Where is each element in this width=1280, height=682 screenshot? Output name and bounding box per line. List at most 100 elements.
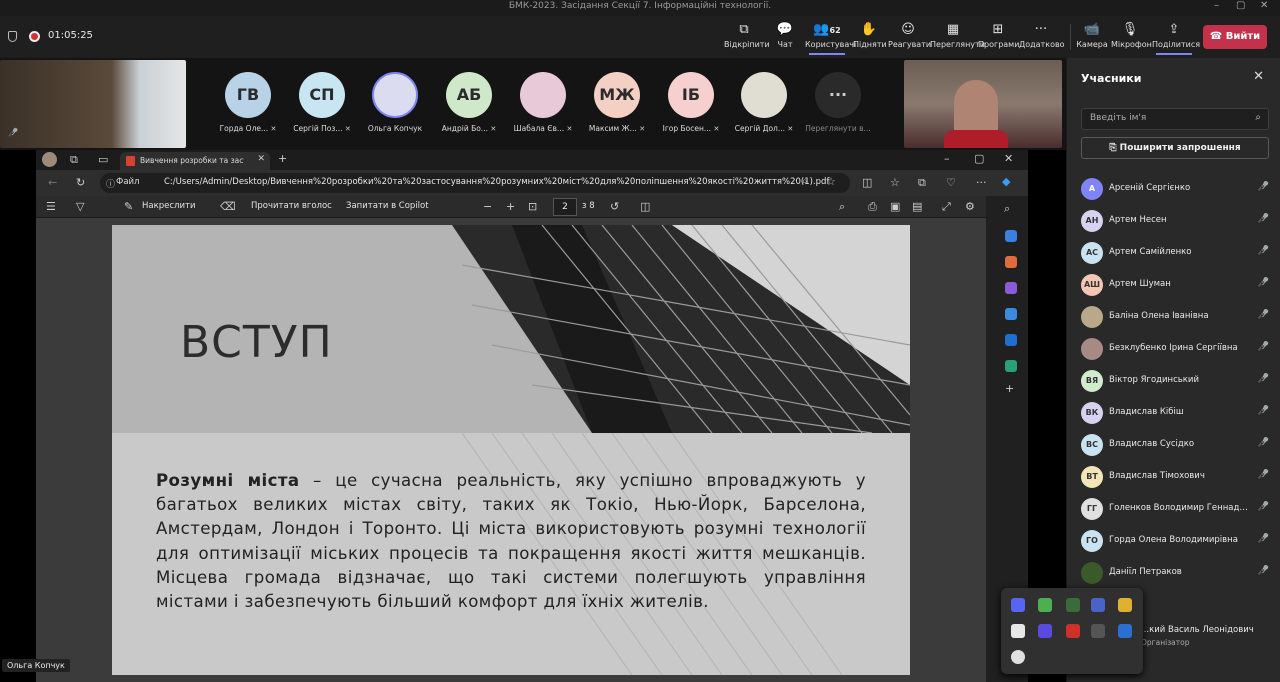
participant-avatar[interactable]: [520, 72, 566, 118]
extensions-icon[interactable]: ♡: [946, 176, 956, 189]
back-icon[interactable]: ←: [48, 176, 57, 189]
discord-icon[interactable]: [1011, 598, 1025, 612]
pdf-viewer[interactable]: ВСТУП Розумні міста – це сучасна реальні…: [36, 218, 986, 682]
tab-pdf[interactable]: Вивчення розробки та застосу ✕: [120, 152, 270, 170]
leave-button[interactable]: ☎ Вийти: [1203, 25, 1267, 49]
copilot-sidebar-icon[interactable]: [1005, 230, 1017, 242]
raise-hand-button[interactable]: ✋ Підняти: [853, 22, 887, 49]
maximize-icon[interactable]: ▢: [974, 152, 984, 165]
tools-icon[interactable]: [1005, 256, 1017, 268]
chat-button[interactable]: 💬 Чат: [770, 22, 800, 49]
search-icon[interactable]: ⌕: [1004, 202, 1010, 216]
list-item[interactable]: АШ Артем Шуман 🎤̸: [1081, 269, 1273, 301]
participant-avatar[interactable]: МЖ: [594, 72, 640, 118]
search-icon[interactable]: ⌕: [839, 200, 845, 214]
list-item[interactable]: А Арсеній Сергієнко 🎤̸: [1081, 173, 1273, 205]
profile-avatar[interactable]: [42, 152, 57, 167]
close-icon[interactable]: ✕: [1004, 152, 1013, 165]
fit-page-icon[interactable]: ⊡: [528, 200, 537, 213]
search-input[interactable]: Введіть ім'я ⌕: [1081, 108, 1269, 130]
outlook-icon[interactable]: [1005, 334, 1017, 346]
copilot-icon[interactable]: ◆: [1002, 175, 1010, 188]
apps-button[interactable]: ⊞ Програми: [978, 22, 1019, 49]
close-window-icon[interactable]: ✕: [1260, 0, 1268, 11]
close-icon[interactable]: ✕: [1253, 69, 1264, 84]
participant-avatar-speaking[interactable]: [372, 72, 418, 118]
list-item[interactable]: ВТ Владислав Тімохович 🎤̸: [1081, 461, 1273, 493]
bluetooth-icon[interactable]: [1118, 624, 1132, 638]
pen-icon[interactable]: [1091, 624, 1105, 638]
read-aloud-button[interactable]: Прочитати вголос: [251, 201, 332, 211]
favorites-icon[interactable]: ☆: [890, 176, 900, 189]
share-invite-button[interactable]: ⎘ Поширити запрошення: [1081, 137, 1269, 159]
teams-icon[interactable]: [1038, 624, 1052, 638]
participant-avatar[interactable]: АБ: [446, 72, 492, 118]
nvidia-icon[interactable]: [1066, 598, 1080, 612]
split-screen-icon[interactable]: ◫: [862, 176, 872, 189]
more-participants-button[interactable]: ···: [815, 72, 861, 118]
collections-icon[interactable]: ⧉: [918, 176, 926, 190]
video-tile[interactable]: 🎤̸: [0, 60, 186, 148]
highlight-icon[interactable]: ▽: [76, 200, 84, 213]
participant-avatar[interactable]: ГВ: [225, 72, 271, 118]
list-item[interactable]: ВС Владислав Сусідко 🎤̸: [1081, 429, 1273, 461]
zoom-out-icon[interactable]: −: [483, 200, 492, 213]
ask-copilot-button[interactable]: Запитати в Copilot: [346, 201, 429, 211]
save-as-icon[interactable]: ▤: [912, 200, 922, 213]
new-tab-icon[interactable]: +: [278, 152, 287, 165]
camera-button[interactable]: 📹 Камера: [1076, 22, 1108, 49]
participant-avatar[interactable]: ІБ: [668, 72, 714, 118]
microsoft365-icon[interactable]: [1005, 308, 1017, 320]
minimize-icon[interactable]: –: [1214, 0, 1219, 11]
share-button[interactable]: ⇪ Поділитися: [1152, 22, 1200, 55]
unpin-button[interactable]: ⧉ Відкріпити: [724, 22, 770, 49]
zoom-in-icon[interactable]: +: [506, 200, 515, 213]
print-icon[interactable]: ⎙: [868, 200, 877, 214]
participant-avatar[interactable]: [741, 72, 787, 118]
tray-app-icon[interactable]: [1038, 598, 1052, 612]
rotate-icon[interactable]: ↺: [610, 200, 619, 213]
list-item[interactable]: ВК Владислав Кібіш 🎤̸: [1081, 397, 1273, 429]
draw-icon[interactable]: ✎: [124, 200, 133, 213]
favorite-star-icon[interactable]: ☆: [826, 175, 836, 188]
antivirus-icon[interactable]: [1066, 624, 1080, 638]
drive-icon[interactable]: [1118, 598, 1132, 612]
minimize-icon[interactable]: –: [944, 152, 950, 165]
people-button[interactable]: 👥62 Користувачі: [805, 22, 856, 55]
list-item[interactable]: ГГ Голенков Володимир Геннадій... 🎤̸: [1081, 493, 1273, 525]
page-number-input[interactable]: 2: [553, 198, 577, 216]
draw-button[interactable]: Накреслити: [142, 201, 195, 211]
maximize-icon[interactable]: ▢: [1236, 0, 1245, 11]
list-item[interactable]: АН Артем Несен 🎤̸: [1081, 205, 1273, 237]
page-view-icon[interactable]: ◫: [640, 200, 650, 213]
participant-avatar[interactable]: СП: [299, 72, 345, 118]
settings-icon[interactable]: ⚙: [965, 200, 975, 213]
list-item[interactable]: ГО Горда Олена Володимирівна 🎤̸: [1081, 525, 1273, 557]
self-video-tile[interactable]: [904, 60, 1062, 148]
workspaces-icon[interactable]: ⧉: [70, 153, 78, 167]
drop-icon[interactable]: [1005, 360, 1017, 372]
teams-tray-icon[interactable]: [1091, 598, 1105, 612]
games-icon[interactable]: [1005, 282, 1017, 294]
eraser-icon[interactable]: ⌫: [220, 200, 236, 213]
list-item[interactable]: ВЯ Віктор Ягодинський 🎤̸: [1081, 365, 1273, 397]
add-sidebar-app-icon[interactable]: +: [1005, 382, 1014, 395]
refresh-icon[interactable]: ↻: [76, 176, 85, 189]
fullscreen-icon[interactable]: ⤢: [942, 200, 951, 214]
list-item[interactable]: Баліна Олена Іванівна 🎤̸: [1081, 301, 1273, 333]
tab-actions-icon[interactable]: ▭: [98, 153, 108, 166]
contents-icon[interactable]: ☰: [46, 200, 56, 213]
menu-icon[interactable]: ···: [976, 176, 987, 189]
list-item[interactable]: АС Артем Самійленко 🎤̸: [1081, 237, 1273, 269]
view-button[interactable]: ▦ Переглянути: [930, 22, 985, 49]
list-item[interactable]: Даніїл Петраков 🎤̸: [1081, 557, 1273, 589]
react-button[interactable]: ☺ Реагувати: [888, 22, 931, 49]
more-button[interactable]: ··· Додатково: [1019, 22, 1065, 49]
screen-icon[interactable]: [1011, 624, 1025, 638]
save-icon[interactable]: ▣: [890, 200, 900, 213]
close-tab-icon[interactable]: ✕: [257, 154, 265, 164]
zoom-icon[interactable]: ⌕: [802, 176, 808, 187]
list-item[interactable]: Безклубенко Ірина Сергіївна 🎤̸: [1081, 333, 1273, 365]
address-bar[interactable]: ⓘ Файл C:/Users/Admin/Desktop/Вивчення%2…: [100, 173, 850, 193]
chrome-icon[interactable]: [1011, 650, 1025, 664]
